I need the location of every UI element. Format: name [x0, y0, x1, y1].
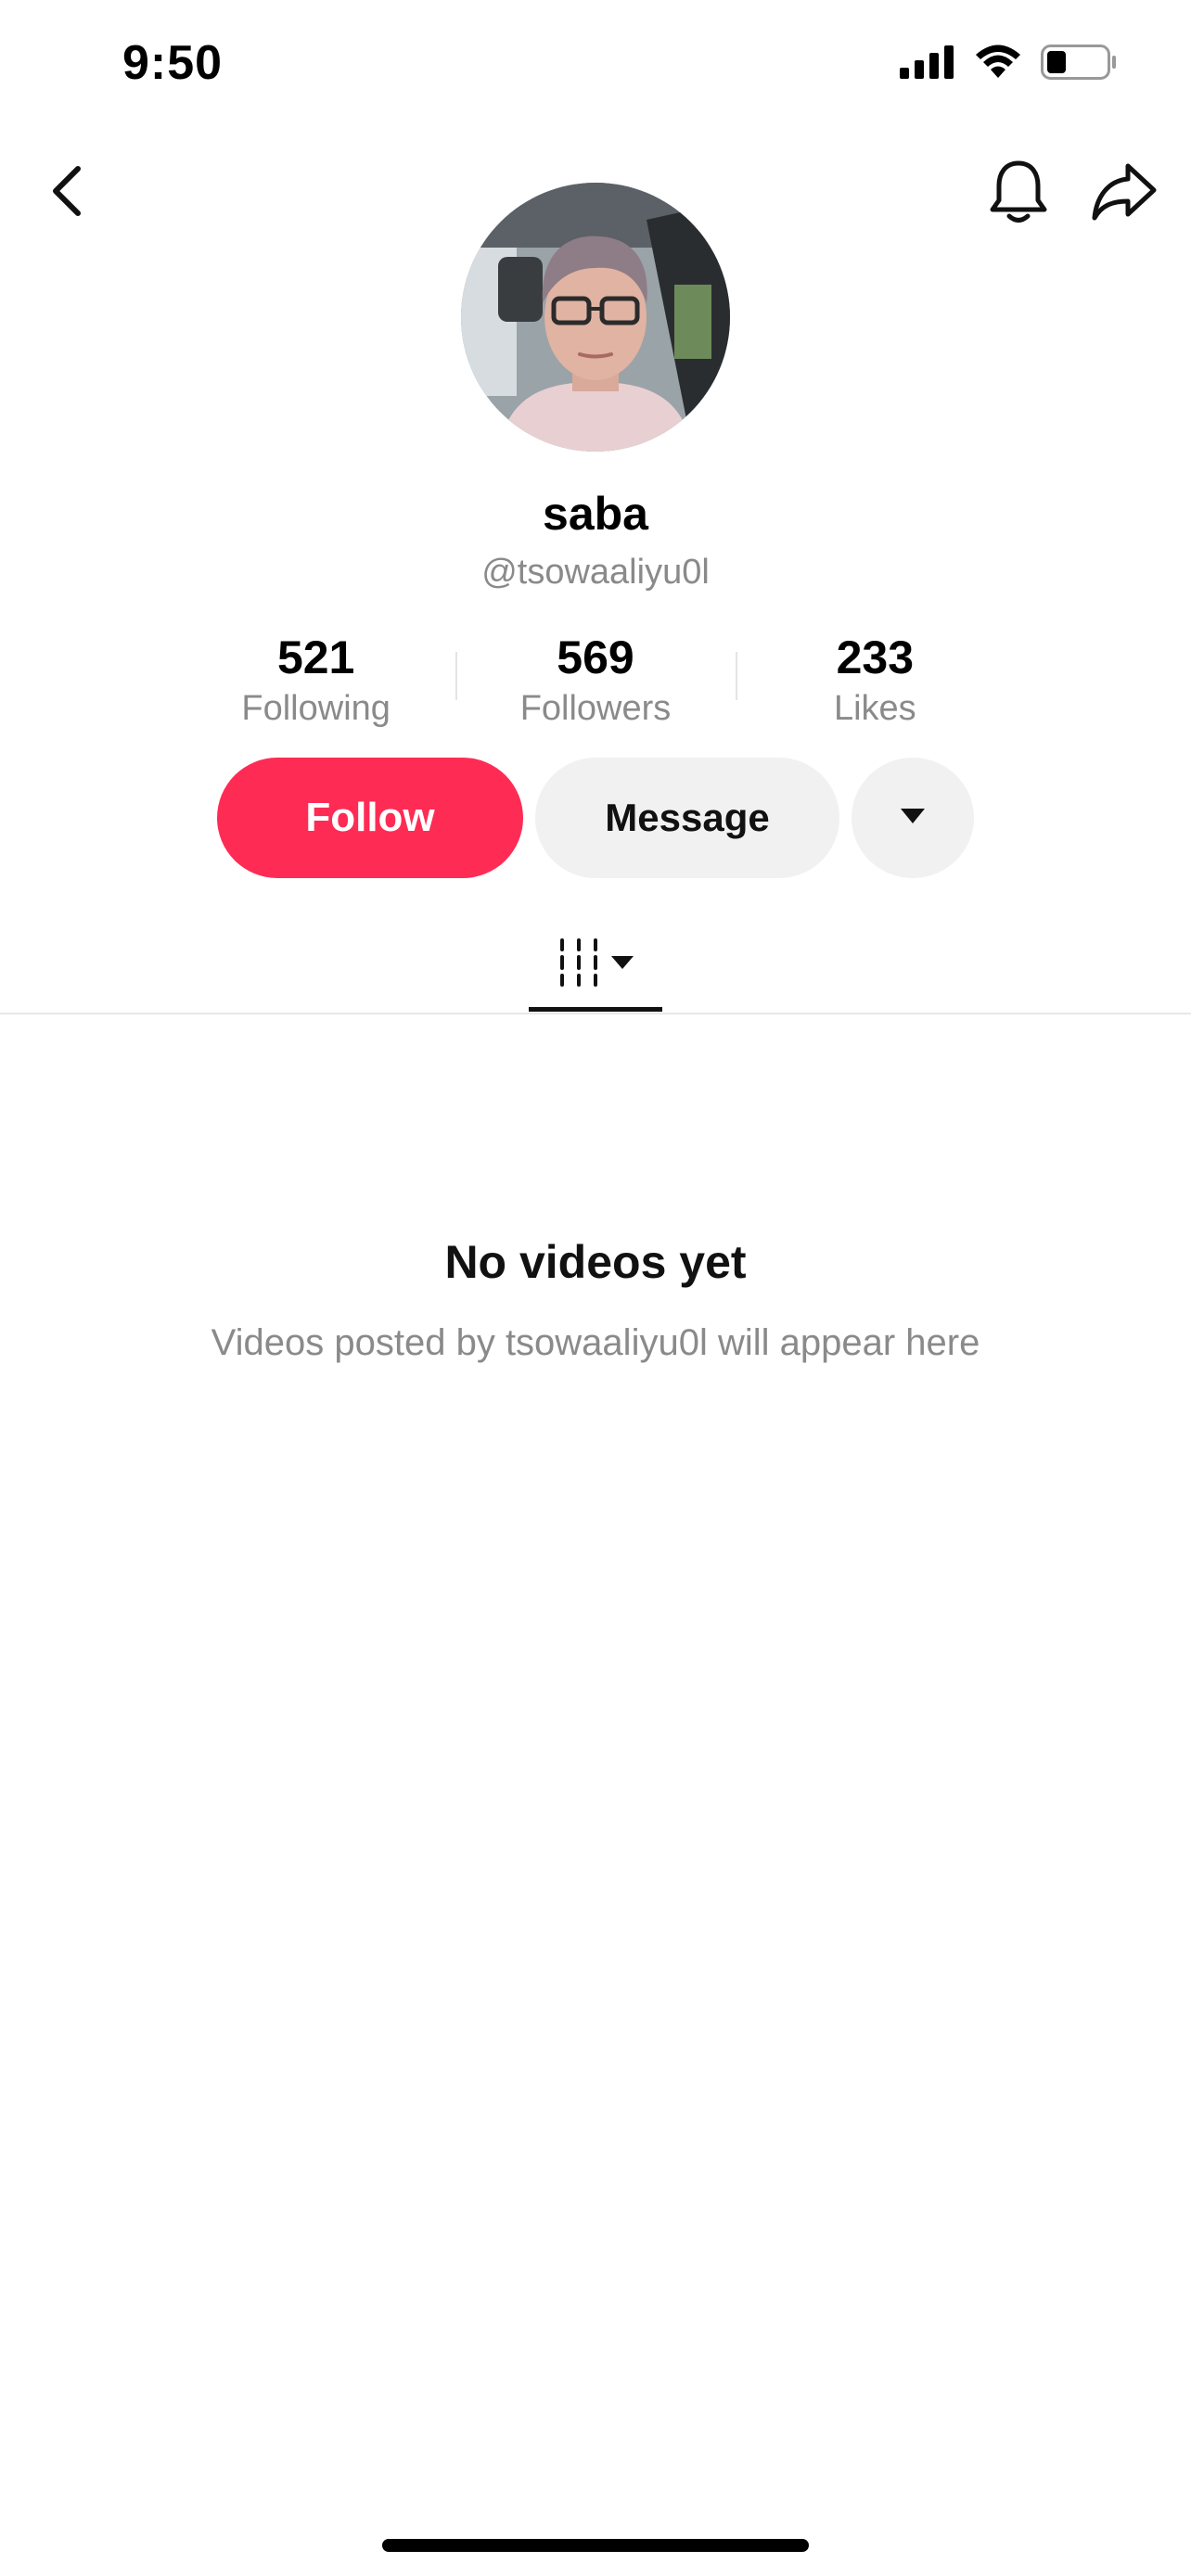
stat-value: 569 — [557, 631, 634, 683]
follow-button[interactable]: Follow — [217, 758, 523, 878]
home-indicator[interactable] — [382, 2539, 809, 2552]
avatar[interactable] — [461, 183, 730, 452]
stat-value: 521 — [276, 631, 355, 683]
caret-down-icon — [610, 954, 634, 976]
stat-value: 233 — [836, 631, 915, 683]
stat-likes[interactable]: 233 Likes — [735, 628, 1015, 730]
empty-state-subtitle: Videos posted by tsowaaliyu0l will appea… — [211, 1322, 980, 1363]
chevron-left-icon — [48, 163, 85, 223]
stat-label: Followers — [519, 689, 672, 728]
video-grid-icon — [557, 937, 601, 993]
empty-state-title: No videos yet — [444, 1236, 747, 1288]
battery-icon — [1041, 45, 1117, 80]
stat-label: Following — [241, 689, 391, 728]
bell-icon — [988, 158, 1049, 229]
caret-down-icon — [899, 807, 927, 830]
more-options-button[interactable] — [852, 758, 974, 878]
username: @tsowaaliyu0l — [481, 553, 710, 592]
tab-active-indicator — [529, 1007, 662, 1012]
message-button[interactable]: Message — [535, 758, 839, 878]
tab-videos[interactable] — [529, 918, 662, 1011]
back-button[interactable] — [33, 159, 100, 226]
display-name: saba — [543, 488, 648, 540]
share-arrow-icon — [1091, 160, 1158, 226]
wifi-icon — [974, 45, 1022, 80]
share-button[interactable] — [1091, 159, 1158, 226]
stat-following[interactable]: 521 Following — [176, 628, 455, 730]
profile-stats: 521 Following 569 Followers 233 Likes — [176, 628, 1015, 730]
status-time: 9:50 — [122, 36, 224, 90]
stat-label: Likes — [833, 689, 916, 728]
cellular-signal-icon — [900, 45, 955, 79]
status-icons — [900, 45, 1117, 80]
notifications-button[interactable] — [985, 159, 1052, 226]
tab-divider — [0, 1013, 1191, 1014]
stat-followers[interactable]: 569 Followers — [455, 628, 735, 730]
